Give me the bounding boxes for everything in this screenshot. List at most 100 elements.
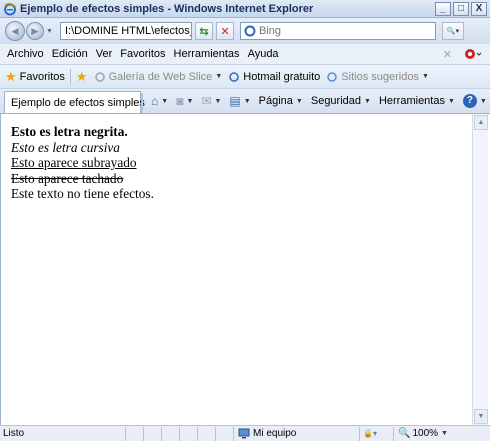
status-panel <box>179 426 197 441</box>
bold-text: Esto es letra negrita. <box>11 124 128 139</box>
home-button[interactable]: ⌂ ▼ <box>151 94 168 108</box>
fav-link-sitios[interactable]: Sitios sugeridos ▼ <box>326 71 429 83</box>
print-icon: ▤ <box>229 94 241 108</box>
bing-icon <box>244 25 256 37</box>
caret-icon: ▼ <box>447 97 455 105</box>
computer-icon <box>238 428 250 439</box>
status-text: Listo <box>3 428 25 439</box>
strikethrough-text: Esto aparece tachado <box>11 170 124 186</box>
tab-active[interactable]: Ejemplo de efectos simples <box>4 91 145 113</box>
menu-right-icons: ✕ <box>443 47 482 61</box>
add-favorite-icon[interactable]: ★ <box>76 69 88 85</box>
search-field[interactable] <box>240 22 436 40</box>
ie-page-icon <box>229 71 240 82</box>
favorites-star-icon: ★ <box>5 68 17 84</box>
favorites-button[interactable]: ★ Favoritos <box>5 69 65 85</box>
menu-ayuda[interactable]: Ayuda <box>248 48 279 60</box>
herramientas-menu[interactable]: Herramientas ▼ <box>379 95 455 107</box>
italic-text: Esto es letra cursiva <box>11 139 120 155</box>
seguridad-menu[interactable]: Seguridad ▼ <box>311 95 371 107</box>
caret-icon: ▼ <box>421 73 429 80</box>
address-field[interactable]: I:\DOMINE HTML\efectos_ ▼ <box>60 22 192 40</box>
fav-link-web-slice[interactable]: Galería de Web Slice ▼ <box>94 71 223 83</box>
back-button[interactable]: ◄ <box>5 21 25 41</box>
caret-icon: ▼ <box>364 97 371 105</box>
mail-button[interactable]: ✉ ▼ <box>201 94 221 108</box>
menu-bar: Archivo Edición Ver Favoritos Herramient… <box>0 44 490 65</box>
print-button[interactable]: ▤ ▼ <box>229 94 250 108</box>
fav-link-hotmail[interactable]: Hotmail gratuito <box>228 71 320 83</box>
back-arrow-icon: ◄ <box>9 24 21 38</box>
lock-icon: 🔒▾ <box>363 429 377 438</box>
addon-icon[interactable] <box>464 47 482 61</box>
pagina-menu[interactable]: Página ▼ <box>259 95 303 107</box>
caret-icon: ▼ <box>215 73 223 80</box>
scroll-down-icon[interactable]: ▼ <box>474 409 488 424</box>
menu-archivo[interactable]: Archivo <box>7 48 44 60</box>
caret-icon: ▼ <box>161 97 169 105</box>
menu-ver[interactable]: Ver <box>96 48 113 60</box>
tab-label: Ejemplo de efectos simples <box>11 96 145 109</box>
forward-button[interactable]: ► <box>26 22 44 40</box>
minimize-button[interactable]: _ <box>435 1 451 16</box>
favorites-bar: ★ Favoritos ★ Galería de Web Slice ▼ Hot… <box>0 65 490 89</box>
help-button[interactable]: ? ▼ <box>462 94 487 108</box>
search-button[interactable]: 🔍▾ <box>442 22 464 40</box>
history-dropdown-icon[interactable]: ▼ <box>46 28 54 35</box>
search-input[interactable] <box>259 25 419 37</box>
address-toolbar: ◄ ► ▼ I:\DOMINE HTML\efectos_ ▼ ⇆ ✕ 🔍▾ <box>0 18 490 44</box>
status-bar: Listo Mi equipo 🔒▾ 🔍 100% ▼ <box>0 425 490 441</box>
security-zone[interactable]: Mi equipo <box>233 426 359 441</box>
stop-icon: ✕ <box>220 25 230 38</box>
zoom-icon: 🔍 <box>398 428 411 439</box>
feeds-button[interactable]: ◙ ▼ <box>176 94 193 108</box>
page-content: Esto es letra negrita. Esto es letra cur… <box>0 114 472 425</box>
favorites-label: Favoritos <box>19 70 65 83</box>
refresh-icon: ⇆ <box>199 25 209 38</box>
caret-icon: ▼ <box>295 97 303 105</box>
menu-herramientas[interactable]: Herramientas <box>174 48 240 60</box>
protected-mode-button[interactable]: 🔒▾ <box>359 426 393 441</box>
menu-edicion[interactable]: Edición <box>52 48 88 60</box>
status-panel <box>215 426 233 441</box>
status-panel <box>125 426 143 441</box>
window-title: Ejemplo de efectos simples - Windows Int… <box>20 2 314 15</box>
refresh-button[interactable]: ⇆ <box>195 22 213 40</box>
fav-link-label: Sitios sugeridos <box>341 70 419 83</box>
herramientas-label: Herramientas <box>378 95 445 107</box>
zone-label: Mi equipo <box>253 428 297 439</box>
window-titlebar: Ejemplo de efectos simples - Windows Int… <box>0 0 490 18</box>
caret-icon: ▼ <box>186 97 194 105</box>
help-icon: ? <box>462 94 477 108</box>
menu-favoritos[interactable]: Favoritos <box>120 48 165 60</box>
caret-icon: ▼ <box>214 97 222 105</box>
fav-link-label: Hotmail gratuito <box>243 70 321 83</box>
vertical-scrollbar[interactable]: ▲ ▼ <box>472 114 488 425</box>
zoom-level: 100% <box>412 428 439 439</box>
home-icon: ⌂ <box>151 94 159 108</box>
status-panel <box>143 426 161 441</box>
forward-arrow-icon: ► <box>29 24 41 38</box>
close-button[interactable]: X <box>471 1 487 16</box>
feeds-icon: ◙ <box>176 94 184 108</box>
plain-text: Este texto no tiene efectos. <box>11 186 154 201</box>
caret-icon: ▼ <box>479 97 487 105</box>
close-menu-icon[interactable]: ✕ <box>443 48 452 61</box>
caret-icon: ▼ <box>243 97 251 105</box>
address-text[interactable]: I:\DOMINE HTML\efectos_ <box>65 25 191 37</box>
stop-button[interactable]: ✕ <box>216 22 234 40</box>
command-bar: Ejemplo de efectos simples ⌂ ▼ ◙ ▼ ✉ ▼ ▤… <box>0 89 490 114</box>
divider <box>69 68 71 85</box>
zoom-control[interactable]: 🔍 100% ▼ <box>393 426 453 441</box>
ie-page-icon <box>327 71 338 82</box>
pagina-label: Página <box>258 95 293 107</box>
ie-logo-icon <box>4 2 17 15</box>
maximize-button[interactable]: □ <box>453 1 469 16</box>
scroll-up-icon[interactable]: ▲ <box>474 115 488 130</box>
mail-icon: ✉ <box>201 94 212 108</box>
search-icon: 🔍▾ <box>446 28 460 35</box>
underlined-text: Esto aparece subrayado <box>11 155 137 170</box>
new-tab-button[interactable] <box>141 93 143 113</box>
status-panel <box>197 426 215 441</box>
ie-page-icon <box>94 71 105 82</box>
